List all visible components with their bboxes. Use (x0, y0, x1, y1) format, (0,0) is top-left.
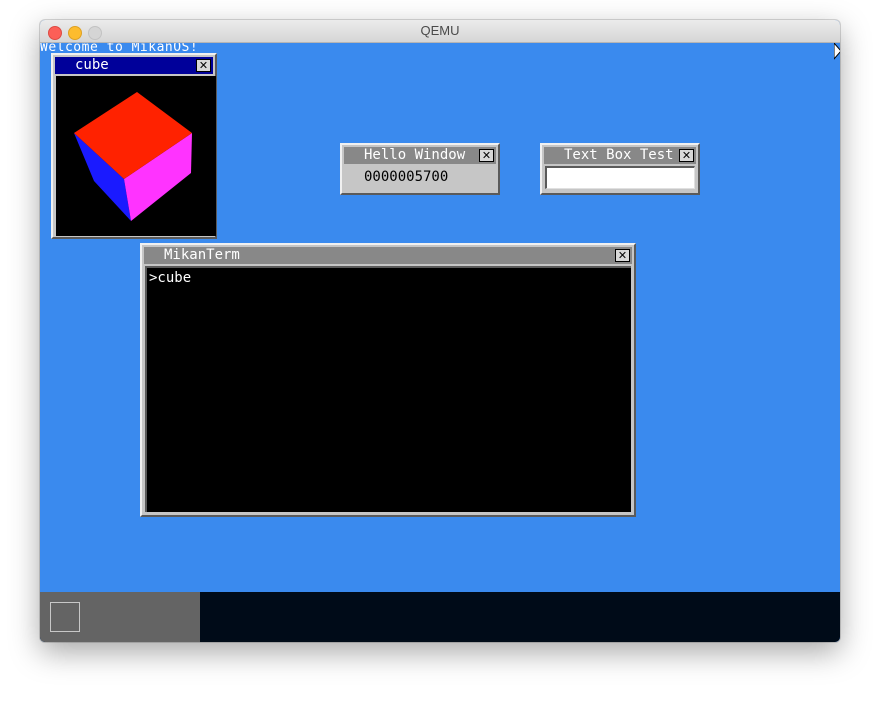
terminal-window-titlebar[interactable]: MikanTerm ✕ (144, 247, 632, 264)
cube-canvas (56, 76, 216, 236)
hello-window-title: Hello Window (364, 147, 466, 163)
terminal-close-button[interactable]: ✕ (615, 249, 630, 262)
terminal-window[interactable]: MikanTerm ✕ >cube (140, 243, 636, 517)
hello-close-button[interactable]: ✕ (479, 149, 494, 162)
cube-window-titlebar[interactable]: cube ✕ (55, 57, 213, 74)
cube-image (74, 92, 192, 221)
cube-close-button[interactable]: ✕ (196, 59, 211, 72)
cube-window[interactable]: cube ✕ (51, 53, 217, 239)
qemu-title: QEMU (420, 23, 460, 38)
close-icon: ✕ (617, 249, 628, 262)
qemu-titlebar: QEMU (40, 20, 840, 43)
taskbar-start-area (40, 592, 200, 642)
close-icon: ✕ (481, 149, 492, 162)
cube-window-title: cube (75, 57, 109, 73)
textbox-window-titlebar[interactable]: Text Box Test ✕ (544, 147, 696, 164)
terminal-line: >cube (149, 270, 192, 286)
hello-window[interactable]: Hello Window ✕ 0000005700 (340, 143, 500, 195)
counter-value: 0000005700 (364, 169, 449, 185)
taskbar (40, 592, 840, 642)
textbox-window-title: Text Box Test (564, 147, 674, 163)
text-input[interactable] (545, 166, 695, 189)
square-icon[interactable] (50, 602, 80, 632)
terminal-window-title: MikanTerm (164, 247, 240, 263)
close-icon: ✕ (198, 59, 209, 72)
qemu-window: QEMU Welcome to MikanOS! cube ✕ Hello Wi… (40, 20, 840, 642)
hello-window-titlebar[interactable]: Hello Window ✕ (344, 147, 496, 164)
textbox-test-window[interactable]: Text Box Test ✕ (540, 143, 700, 195)
mikanos-desktop[interactable]: Welcome to MikanOS! cube ✕ Hello Window … (40, 43, 840, 642)
mouse-cursor-icon (834, 43, 840, 60)
terminal-output[interactable]: >cube (145, 266, 631, 512)
textbox-close-button[interactable]: ✕ (679, 149, 694, 162)
close-icon: ✕ (681, 149, 692, 162)
